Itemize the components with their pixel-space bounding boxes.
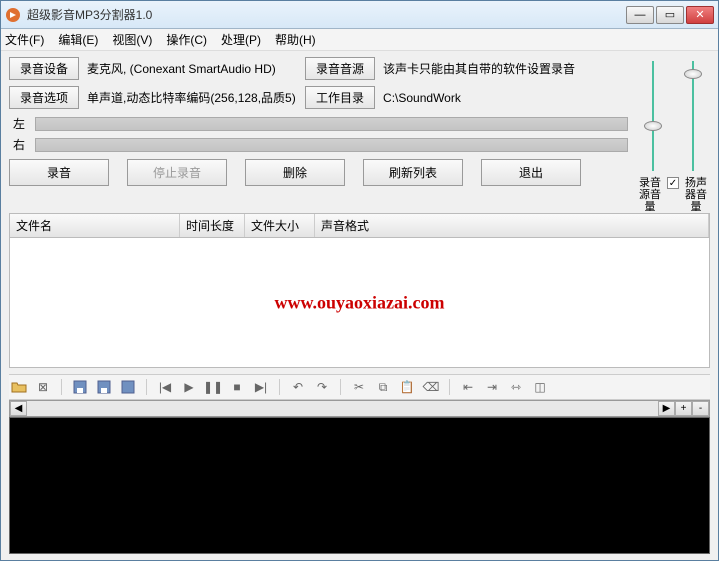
- zoom-in-button[interactable]: +: [675, 401, 692, 416]
- left-channel-label: 左: [9, 115, 29, 132]
- rec-volume-slider[interactable]: [638, 61, 668, 171]
- undo-icon[interactable]: ↶: [290, 379, 306, 395]
- minimize-button[interactable]: —: [626, 6, 654, 24]
- right-channel-label: 右: [9, 136, 29, 153]
- preview-area[interactable]: [9, 417, 710, 554]
- work-dir-button[interactable]: 工作目录: [305, 86, 375, 109]
- menubar: 文件(F) 编辑(E) 视图(V) 操作(C) 处理(P) 帮助(H): [1, 29, 718, 51]
- rec-device-button[interactable]: 录音设备: [9, 57, 79, 80]
- menu-file[interactable]: 文件(F): [5, 31, 44, 48]
- file-list[interactable]: www.ouyaoxiazai.com: [9, 238, 710, 368]
- scroll-left-button[interactable]: ◀: [10, 401, 27, 416]
- timeline-scrollbar: ◀ ▶ + -: [9, 400, 710, 417]
- col-filesize[interactable]: 文件大小: [245, 214, 315, 237]
- window-controls: — ▭ ✕: [626, 6, 714, 24]
- options-value: 单声道,动态比特率编码(256,128,品质5): [87, 89, 297, 106]
- menu-process[interactable]: 处理(P): [221, 31, 261, 48]
- scroll-track[interactable]: [27, 401, 658, 416]
- record-button[interactable]: 录音: [9, 159, 109, 186]
- player-toolbar: ⊠ |◀ ▶ ❚❚ ■ ▶| ↶ ↷ ✂ ⧉ 📋 ⌫ ⇤ ⇥ ⇿ ◫: [9, 374, 710, 400]
- spk-vol-label: 扬声器音量: [683, 177, 709, 213]
- menu-view[interactable]: 视图(V): [112, 31, 152, 48]
- clear-icon[interactable]: ⌫: [423, 379, 439, 395]
- rec-vol-label: 录音源音量: [637, 177, 663, 213]
- col-duration[interactable]: 时间长度: [180, 214, 245, 237]
- stop-icon[interactable]: ■: [229, 379, 245, 395]
- crop-icon[interactable]: ◫: [532, 379, 548, 395]
- workdir-value: C:\SoundWork: [383, 91, 461, 105]
- titlebar: 超级影音MP3分割器1.0 — ▭ ✕: [1, 1, 718, 29]
- menu-edit[interactable]: 编辑(E): [58, 31, 98, 48]
- left-level-bar: [35, 117, 628, 131]
- mark-in-icon[interactable]: ⇤: [460, 379, 476, 395]
- pause-icon[interactable]: ❚❚: [205, 379, 221, 395]
- list-header: 文件名 时间长度 文件大小 声音格式: [9, 213, 710, 238]
- redo-icon[interactable]: ↷: [314, 379, 330, 395]
- stop-record-button[interactable]: 停止录音: [127, 159, 227, 186]
- col-filename[interactable]: 文件名: [10, 214, 180, 237]
- copy-icon[interactable]: ⧉: [375, 379, 391, 395]
- zoom-out-button[interactable]: -: [692, 401, 709, 416]
- play-icon[interactable]: ▶: [181, 379, 197, 395]
- speaker-vol-checkbox[interactable]: ✓: [667, 177, 679, 189]
- skip-end-icon[interactable]: ▶|: [253, 379, 269, 395]
- rec-source-button[interactable]: 录音音源: [305, 57, 375, 80]
- scroll-right-button[interactable]: ▶: [658, 401, 675, 416]
- app-icon: [5, 7, 21, 23]
- app-window: 超级影音MP3分割器1.0 — ▭ ✕ 文件(F) 编辑(E) 视图(V) 操作…: [0, 0, 719, 561]
- skip-start-icon[interactable]: |◀: [157, 379, 173, 395]
- close-file-icon[interactable]: ⊠: [35, 379, 51, 395]
- paste-icon[interactable]: 📋: [399, 379, 415, 395]
- open-icon[interactable]: [11, 379, 27, 395]
- mark-out-icon[interactable]: ⇥: [484, 379, 500, 395]
- window-title: 超级影音MP3分割器1.0: [27, 6, 626, 23]
- select-all-icon[interactable]: ⇿: [508, 379, 524, 395]
- save-all-icon[interactable]: [120, 379, 136, 395]
- close-button[interactable]: ✕: [686, 6, 714, 24]
- content-area: 录音设备 麦克风, (Conexant SmartAudio HD) 录音音源 …: [1, 51, 718, 560]
- right-level-bar: [35, 138, 628, 152]
- delete-button[interactable]: 删除: [245, 159, 345, 186]
- exit-button[interactable]: 退出: [481, 159, 581, 186]
- cut-icon[interactable]: ✂: [351, 379, 367, 395]
- menu-help[interactable]: 帮助(H): [275, 31, 316, 48]
- device-value: 麦克风, (Conexant SmartAudio HD): [87, 60, 297, 77]
- save-icon[interactable]: [72, 379, 88, 395]
- menu-operate[interactable]: 操作(C): [166, 31, 207, 48]
- watermark: www.ouyaoxiazai.com: [275, 292, 445, 313]
- speaker-volume-slider[interactable]: [678, 61, 708, 171]
- save-as-icon[interactable]: [96, 379, 112, 395]
- volume-sliders: 录音源音量 ✓ 扬声器音量: [636, 57, 710, 213]
- source-note: 该声卡只能由其自带的软件设置录音: [383, 60, 575, 77]
- refresh-button[interactable]: 刷新列表: [363, 159, 463, 186]
- maximize-button[interactable]: ▭: [656, 6, 684, 24]
- col-format[interactable]: 声音格式: [315, 214, 709, 237]
- rec-options-button[interactable]: 录音选项: [9, 86, 79, 109]
